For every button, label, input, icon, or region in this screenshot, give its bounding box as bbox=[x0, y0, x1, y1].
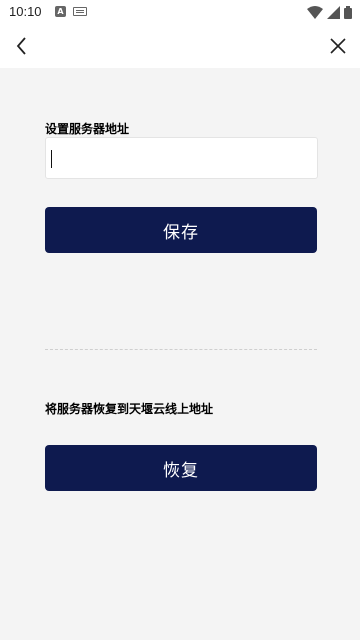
server-address-field[interactable] bbox=[45, 137, 318, 179]
close-button[interactable] bbox=[324, 32, 352, 60]
app-bar bbox=[0, 24, 360, 68]
back-button[interactable] bbox=[8, 32, 36, 60]
signal-icon bbox=[327, 5, 340, 19]
save-button[interactable]: 保存 bbox=[45, 207, 317, 253]
server-address-label: 设置服务器地址 bbox=[45, 122, 130, 136]
chevron-left-icon bbox=[16, 37, 26, 55]
divider bbox=[45, 349, 317, 350]
restore-button[interactable]: 恢复 bbox=[45, 445, 317, 491]
status-time: 10:10 bbox=[9, 4, 42, 19]
close-icon bbox=[330, 38, 346, 54]
status-bar: 10:10 A bbox=[0, 0, 360, 24]
server-address-input[interactable] bbox=[46, 138, 317, 178]
battery-icon bbox=[344, 5, 352, 19]
notification-a-icon: A bbox=[55, 6, 66, 17]
restore-label: 将服务器恢复到天堰云线上地址 bbox=[45, 402, 214, 416]
keyboard-icon bbox=[73, 7, 87, 16]
wifi-icon bbox=[307, 5, 323, 19]
settings-content: 设置服务器地址 保存 将服务器恢复到天堰云线上地址 恢复 bbox=[0, 68, 360, 640]
status-indicators bbox=[307, 5, 352, 19]
text-caret bbox=[51, 150, 52, 168]
